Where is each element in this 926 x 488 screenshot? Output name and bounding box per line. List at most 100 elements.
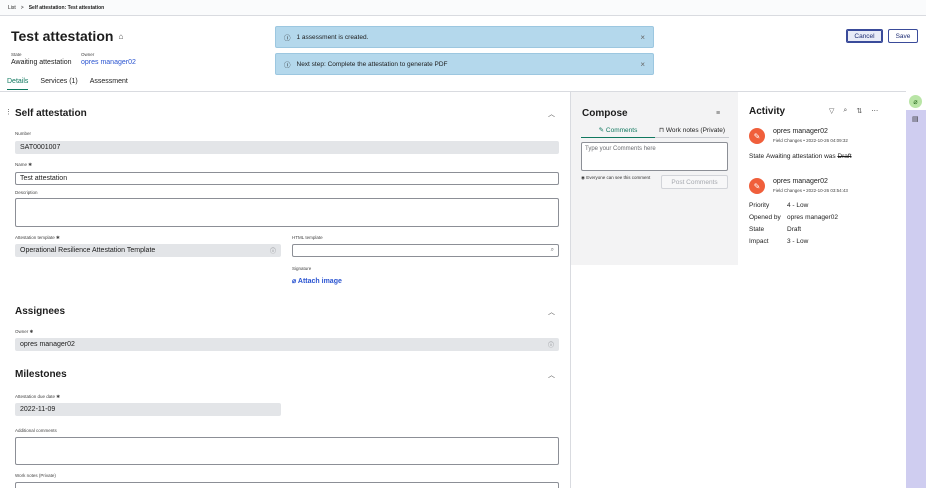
activity-toolbar: ▽ ⌕ ⇅ ⋯	[829, 107, 878, 115]
due-date-value: 2022-11-09	[20, 406, 56, 413]
field-was: was	[824, 153, 836, 160]
description-field[interactable]	[15, 198, 559, 227]
side-rail	[906, 92, 926, 488]
due-date-label-text: Attestation due date	[15, 394, 56, 399]
info-icon[interactable]: ⓘ	[270, 246, 276, 255]
toast-next-step: ⓘ Next step: Complete the attestation to…	[275, 53, 654, 75]
field-value: Awaiting attestation	[766, 153, 823, 160]
tab-work-notes[interactable]: ⊓ Work notes (Private)	[655, 126, 729, 138]
more-icon[interactable]: ⋯	[871, 107, 878, 115]
paperclip-icon: ⌀	[292, 278, 297, 285]
post-comments-button[interactable]: Post Comments	[661, 175, 728, 189]
field-key: Priority	[749, 202, 770, 209]
breadcrumb-current: Self attestation: Test attestation	[28, 4, 105, 11]
activity-meta: Field Changes • 2022-10-26 04:09:32	[773, 138, 848, 143]
state-value: Awaiting attestation	[11, 59, 72, 66]
additional-comments-field[interactable]	[15, 437, 559, 465]
work-notes-label: Work notes (Private)	[15, 473, 56, 478]
field-value: Draft	[787, 226, 802, 233]
activity-user: opres manager02	[773, 128, 828, 135]
activity-field-row: Opened by opres manager02	[749, 214, 838, 221]
page-title: Test attestation ⌂	[11, 28, 123, 44]
visibility-note: ◉ Everyone can see this comment	[581, 175, 661, 181]
settings-icon[interactable]: ≡	[716, 110, 720, 117]
attach-image-link[interactable]: ⌀ Attach image	[292, 277, 342, 285]
html-template-field[interactable]: ⌕	[292, 244, 559, 257]
toast-text: 1 assessment is created.	[296, 33, 369, 41]
tag-icon[interactable]: ⌂	[118, 32, 123, 41]
name-label: Name ✱	[15, 162, 33, 167]
description-label: Description	[15, 190, 38, 195]
work-notes-field[interactable]	[15, 482, 559, 488]
name-field[interactable]: Test attestation	[15, 172, 559, 185]
assignee-owner-field[interactable]: opres manager02 ⓘ	[15, 338, 559, 351]
chevron-up-icon[interactable]: ︿	[548, 370, 555, 380]
search-icon[interactable]: ⌕	[843, 107, 847, 115]
number-label: Number	[15, 131, 32, 136]
due-date-field[interactable]: 2022-11-09	[15, 403, 281, 416]
sort-icon[interactable]: ⇅	[856, 107, 862, 115]
close-icon[interactable]: ×	[640, 60, 645, 69]
details-form: ⋮ Self attestation ︿ Number SAT0001007 N…	[0, 92, 570, 488]
signature-label: Signature	[292, 266, 312, 271]
field-key: State	[749, 226, 765, 233]
field-key: Opened by	[749, 214, 781, 221]
drag-handle-icon[interactable]: ⋮	[5, 108, 12, 116]
comment-input[interactable]: Type your Comments here	[581, 142, 728, 171]
name-label-text: Name	[15, 162, 28, 167]
assignee-owner-value: opres manager02	[20, 341, 75, 348]
document-icon[interactable]: ▤	[912, 115, 919, 123]
eye-icon: ◉	[581, 175, 585, 180]
number-field: SAT0001007	[15, 141, 559, 154]
activity-entry: ✎ opres manager02 Field Changes • 2022-1…	[749, 128, 899, 168]
close-icon[interactable]: ×	[640, 33, 645, 42]
attestation-template-field[interactable]: Operational Resilience Attestation Templ…	[15, 244, 281, 257]
attestation-template-label: Attestation template ✱	[15, 235, 60, 240]
info-icon: ⓘ	[284, 35, 291, 42]
chevron-up-icon[interactable]: ︿	[548, 109, 555, 119]
tab-comments[interactable]: ✎ Comments	[581, 126, 655, 138]
owner-meta: Owner opres manager02	[81, 52, 136, 66]
owner-label: Owner	[81, 52, 95, 57]
section-title-self-attestation: Self attestation	[15, 108, 87, 119]
activity-field-row: Impact 3 - Low	[749, 238, 808, 245]
tab-services[interactable]: Services (1)	[40, 78, 77, 90]
activity-title: Activity	[749, 106, 786, 117]
assignee-owner-label: Owner ✱	[15, 329, 34, 334]
breadcrumb-list-link[interactable]: List	[8, 5, 16, 11]
visibility-text: Everyone can see this comment	[586, 175, 651, 180]
additional-comments-label: Additional comments	[15, 428, 57, 433]
avatar: ✎	[749, 128, 765, 144]
activity-user: opres manager02	[773, 178, 828, 185]
section-title-assignees: Assignees	[15, 306, 66, 317]
cancel-button[interactable]: Cancel	[846, 29, 883, 43]
activity-panel: Activity ▽ ⌕ ⇅ ⋯ ✎ opres manager02 Field…	[739, 92, 906, 265]
tab-details[interactable]: Details	[7, 78, 29, 90]
page-title-text: Test attestation	[11, 28, 114, 44]
owner-link[interactable]: opres manager02	[81, 59, 136, 66]
assignee-owner-label-text: Owner	[15, 329, 29, 334]
save-button[interactable]: Save	[888, 29, 918, 43]
filter-icon[interactable]: ▽	[829, 107, 834, 115]
compose-panel: Compose ≡ ✎ Comments ⊓ Work notes (Priva…	[571, 92, 738, 265]
field-old-value: Draft	[837, 153, 852, 160]
tab-assessment[interactable]: Assessment	[90, 78, 128, 90]
breadcrumb: List > Self attestation: Test attestatio…	[0, 0, 926, 16]
field-key: Impact	[749, 238, 769, 245]
activity-field-row: State Awaiting attestation was Draft	[749, 153, 852, 160]
compose-title: Compose	[582, 108, 628, 119]
field-value: 4 - Low	[787, 202, 809, 209]
attachment-icon[interactable]: ⌀	[909, 95, 922, 108]
attestation-template-label-text: Attestation template	[15, 235, 55, 240]
search-icon[interactable]: ⌕	[551, 247, 554, 254]
field-value: 3 - Low	[787, 238, 809, 245]
lock-icon: ⊓	[658, 127, 665, 134]
activity-field-row: State Draft	[749, 226, 801, 233]
info-icon[interactable]: ⓘ	[548, 340, 554, 349]
toast-text: Next step: Complete the attestation to g…	[296, 60, 448, 68]
state-label: State	[11, 52, 22, 57]
section-title-milestones: Milestones	[15, 369, 67, 380]
compose-tabs: ✎ Comments ⊓ Work notes (Private)	[581, 126, 729, 138]
chevron-up-icon[interactable]: ︿	[548, 307, 555, 317]
number-value: SAT0001007	[20, 144, 61, 151]
